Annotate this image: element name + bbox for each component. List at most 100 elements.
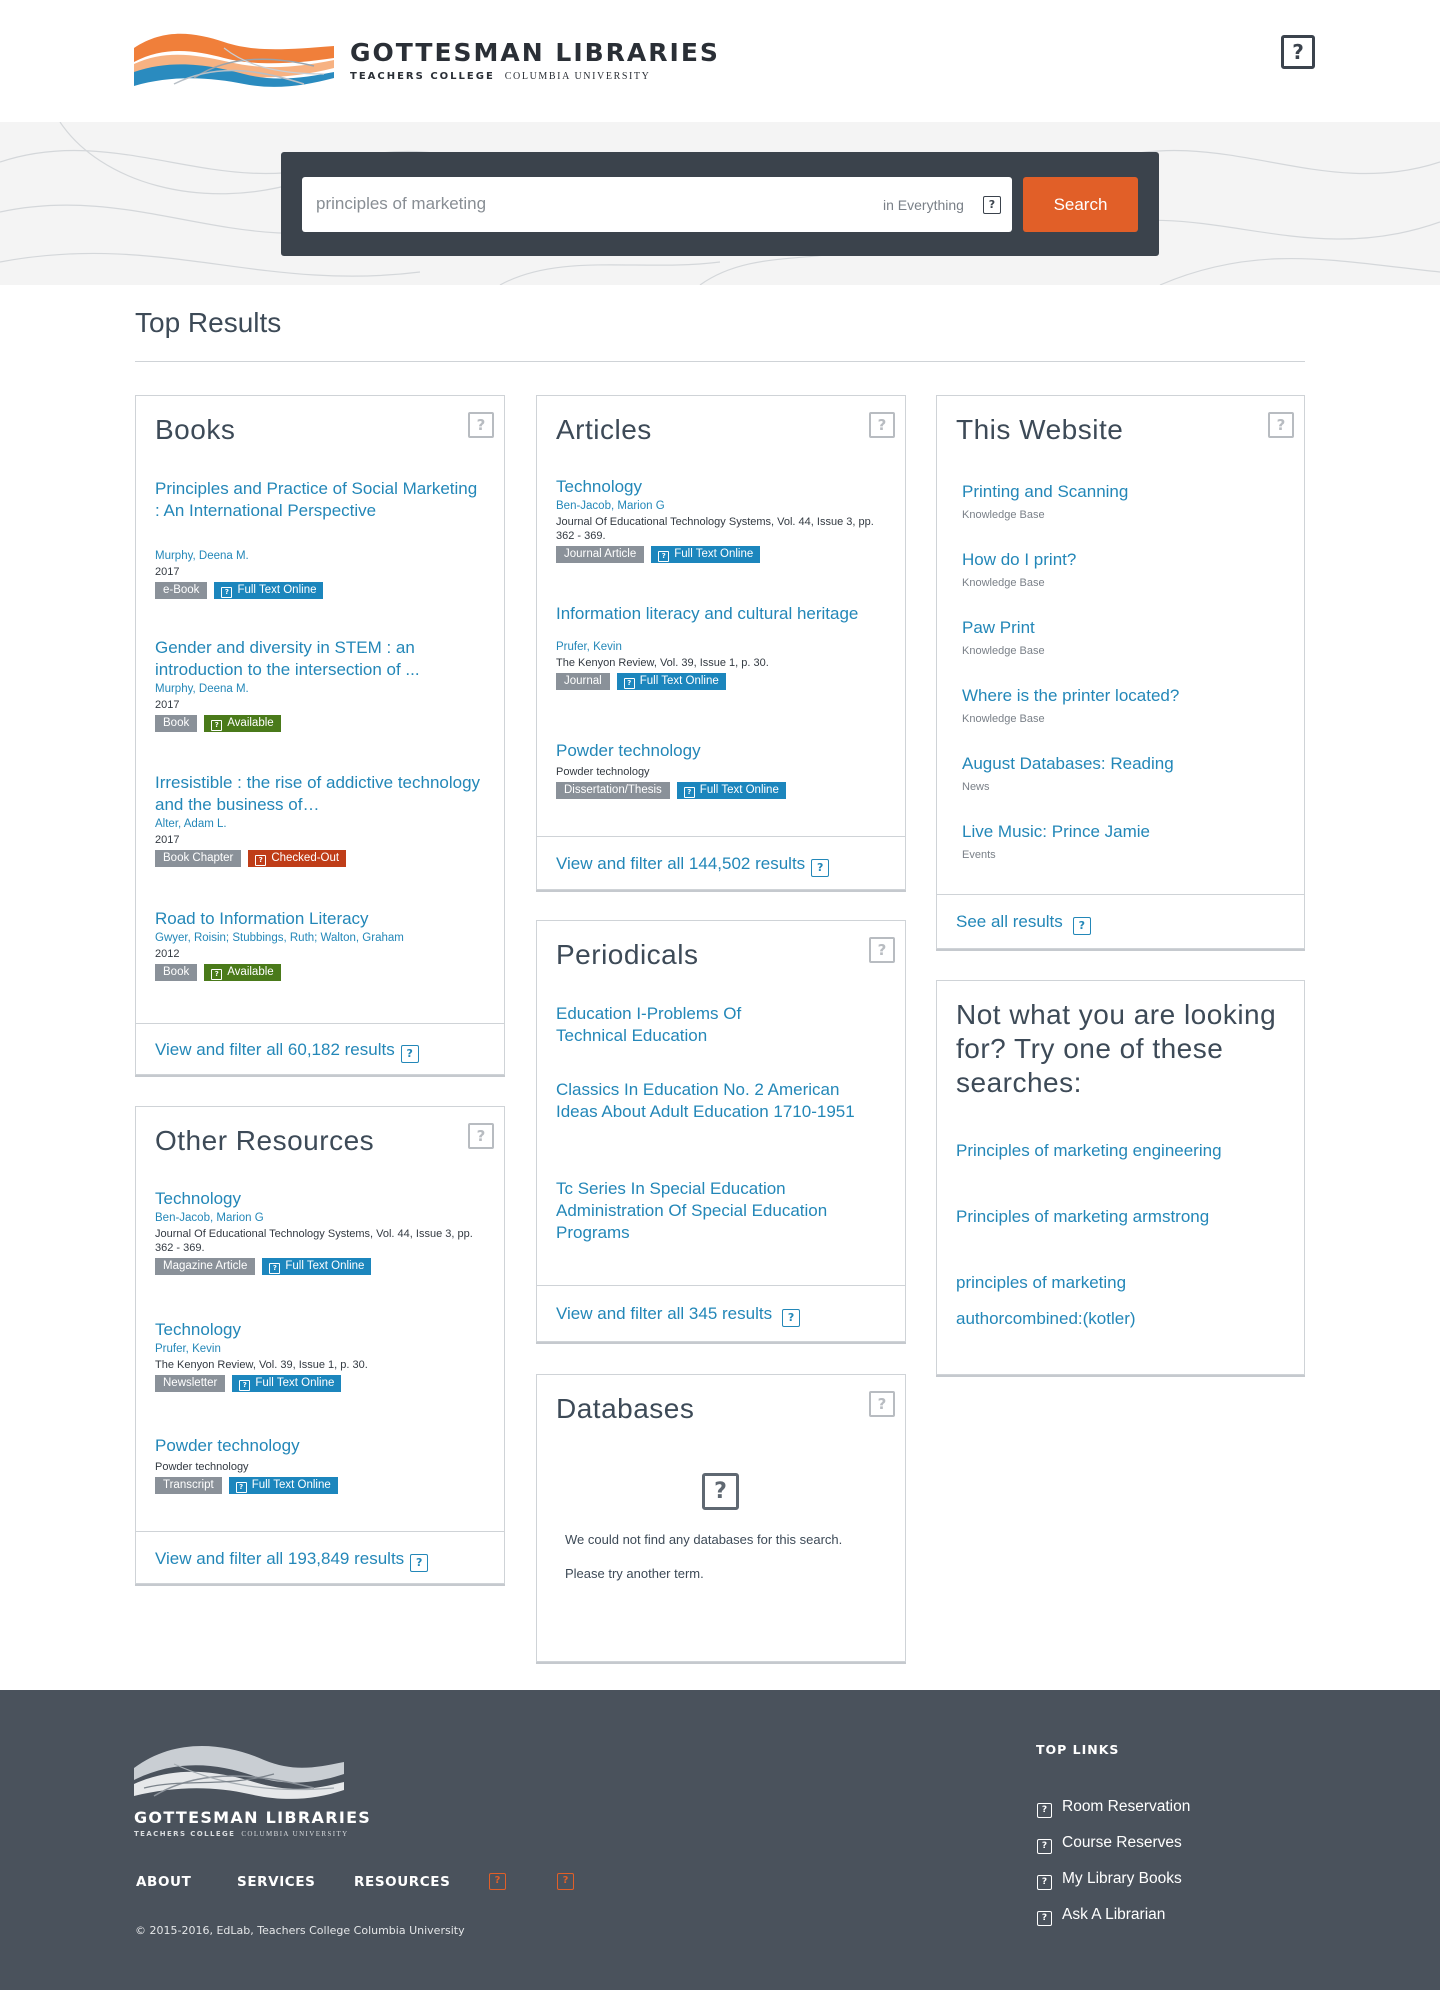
card-title: Databases — [556, 1393, 695, 1424]
type-badge: e-Book — [155, 582, 208, 599]
empty-message: We could not find any databases for this… — [565, 1532, 843, 1547]
type-badge: Newsletter — [155, 1375, 226, 1392]
item-title[interactable]: August Databases: Reading — [962, 753, 1174, 775]
item-title[interactable]: Powder technology — [556, 740, 886, 762]
item-year: 2017 — [155, 699, 180, 711]
item-author[interactable]: Ben-Jacob, Marion G — [155, 1212, 485, 1224]
website-card: This Website ? Printing and Scanning Know… — [936, 395, 1305, 949]
periodical-link[interactable]: Classics In Education No. 2 American Ide… — [556, 1079, 866, 1123]
scope-help-icon[interactable]: ? — [983, 196, 1001, 214]
item-source: Journal Of Educational Technology System… — [155, 1228, 473, 1254]
item-year: 2012 — [155, 948, 180, 960]
footer-nav-about[interactable]: ABOUT — [136, 1874, 191, 1890]
site-footer: GOTTESMAN LIBRARIES TEACHERS COLLEGE COLU… — [0, 1690, 1440, 1990]
item-author[interactable]: Alter, Adam L. — [155, 818, 485, 830]
view-all-periodicals-link[interactable]: View and filter all 345 results? — [556, 1304, 801, 1327]
periodical-link[interactable]: Tc Series In Special Education Administr… — [556, 1178, 866, 1244]
link-icon: ? — [1037, 1839, 1052, 1854]
help-icon: ? — [782, 1309, 801, 1327]
list-item: Powder technology Powder technology Diss… — [556, 740, 886, 799]
access-badge[interactable]: ? Full Text Online — [214, 582, 324, 599]
item-title[interactable]: Principles and Practice of Social Market… — [155, 478, 485, 522]
help-icon[interactable]: ? — [1268, 412, 1294, 438]
list-item: Powder technology Powder technology Tran… — [155, 1435, 485, 1494]
logo-name: GOTTESMAN LIBRARIES — [350, 38, 720, 67]
view-all-books-link[interactable]: View and filter all 60,182 results? — [155, 1040, 419, 1063]
access-badge[interactable]: ? Full Text Online — [676, 782, 786, 799]
top-link-room-reservation[interactable]: ? Room Reservation — [1037, 1798, 1190, 1818]
list-item: Paw Print Knowledge Base — [962, 617, 1045, 657]
footer-logo-icon[interactable] — [134, 1738, 344, 1808]
item-title[interactable]: Where is the printer located? — [962, 685, 1179, 707]
item-author[interactable]: Murphy, Deena M. — [155, 550, 485, 562]
item-category: Knowledge Base — [962, 509, 1045, 521]
access-badge[interactable]: ? Full Text Online — [232, 1375, 342, 1392]
card-footer: View and filter all 144,502 results? — [537, 836, 905, 891]
item-title[interactable]: Printing and Scanning — [962, 481, 1128, 503]
item-author[interactable]: Prufer, Kevin — [556, 641, 886, 653]
see-all-results-link[interactable]: See all results? — [956, 912, 1091, 935]
item-author[interactable]: Gwyer, Roisin; Stubbings, Ruth; Walton, … — [155, 932, 485, 944]
suggestion-link[interactable]: Principles of marketing engineering — [956, 1133, 1286, 1169]
item-title[interactable]: Technology — [155, 1188, 485, 1210]
item-title[interactable]: Road to Information Literacy — [155, 908, 485, 930]
item-category: News — [962, 781, 990, 793]
waves-logo-icon — [134, 33, 334, 87]
access-badge[interactable]: ? Full Text Online — [651, 546, 761, 563]
suggestion-link[interactable]: principles of marketing authorcombined:(… — [956, 1265, 1176, 1337]
list-item: Information literacy and cultural herita… — [556, 603, 886, 690]
card-title: Other Resources — [155, 1125, 375, 1156]
suggestions-card: Not what you are looking for? Try one of… — [936, 980, 1305, 1375]
card-title: Articles — [556, 414, 652, 445]
suggestion-link[interactable]: Principles of marketing armstrong — [956, 1199, 1286, 1235]
search-scope[interactable]: in Everything — [883, 197, 964, 213]
item-author[interactable]: Ben-Jacob, Marion G — [556, 500, 886, 512]
item-title[interactable]: Live Music: Prince Jamie — [962, 821, 1150, 843]
search-input[interactable]: principles of marketing in Everything ? — [302, 177, 1012, 232]
item-author[interactable]: Prufer, Kevin — [155, 1343, 485, 1355]
list-item: Technology Ben-Jacob, Marion G Journal O… — [155, 1188, 485, 1275]
view-all-articles-link[interactable]: View and filter all 144,502 results? — [556, 854, 830, 877]
item-title[interactable]: Irresistible : the rise of addictive tec… — [155, 772, 485, 816]
site-logo[interactable]: GOTTESMAN LIBRARIES TEACHERS COLLEGE COLU… — [134, 28, 720, 92]
periodical-link[interactable]: Education I-Problems Of Technical Educat… — [556, 1003, 776, 1047]
top-link-my-library-books[interactable]: ? My Library Books — [1037, 1870, 1182, 1890]
item-author[interactable]: Murphy, Deena M. — [155, 683, 485, 695]
item-title[interactable]: Gender and diversity in STEM : an introd… — [155, 637, 485, 681]
item-title[interactable]: Information literacy and cultural herita… — [556, 603, 886, 625]
badge-icon: ? — [235, 1482, 247, 1493]
help-icon[interactable]: ? — [869, 937, 895, 963]
help-icon[interactable]: ? — [468, 412, 494, 438]
access-badge[interactable]: ? Full Text Online — [228, 1477, 338, 1494]
item-title[interactable]: Powder technology — [155, 1435, 485, 1457]
list-item: Where is the printer located? Knowledge B… — [962, 685, 1179, 725]
help-icon: ? — [410, 1554, 429, 1572]
help-icon[interactable]: ? — [869, 412, 895, 438]
search-button[interactable]: Search — [1023, 177, 1138, 232]
top-link-course-reserves[interactable]: ? Course Reserves — [1037, 1834, 1182, 1854]
footer-nav-services[interactable]: SERVICES — [237, 1874, 315, 1890]
status-badge: ? Available — [204, 715, 281, 732]
item-title[interactable]: Technology — [155, 1319, 485, 1341]
help-icon[interactable]: ? — [468, 1123, 494, 1149]
item-title[interactable]: How do I print? — [962, 549, 1076, 571]
empty-hint: Please try another term. — [565, 1566, 704, 1581]
view-all-other-link[interactable]: View and filter all 193,849 results? — [155, 1549, 429, 1572]
footer-nav-resources[interactable]: RESOURCES — [354, 1874, 450, 1890]
other-resources-card: Other Resources ? Technology Ben-Jacob, … — [135, 1106, 505, 1584]
card-title: Books — [155, 414, 236, 445]
item-title[interactable]: Technology — [556, 476, 886, 498]
badge-icon: ? — [221, 587, 233, 598]
top-link-ask-a-librarian[interactable]: ? Ask A Librarian — [1037, 1906, 1165, 1926]
access-badge[interactable]: ? Full Text Online — [262, 1258, 372, 1275]
help-icon[interactable]: ? — [869, 1391, 895, 1417]
social-icon[interactable]: ? — [557, 1873, 574, 1890]
type-badge: Journal Article — [556, 546, 645, 563]
card-title: This Website — [956, 414, 1124, 445]
header-help-icon[interactable]: ? — [1281, 35, 1315, 69]
no-results-icon: ? — [702, 1473, 739, 1510]
item-title[interactable]: Paw Print — [962, 617, 1045, 639]
social-icon[interactable]: ? — [489, 1873, 506, 1890]
site-header: GOTTESMAN LIBRARIES TEACHERS COLLEGE COLU… — [0, 0, 1440, 122]
access-badge[interactable]: ? Full Text Online — [616, 673, 726, 690]
